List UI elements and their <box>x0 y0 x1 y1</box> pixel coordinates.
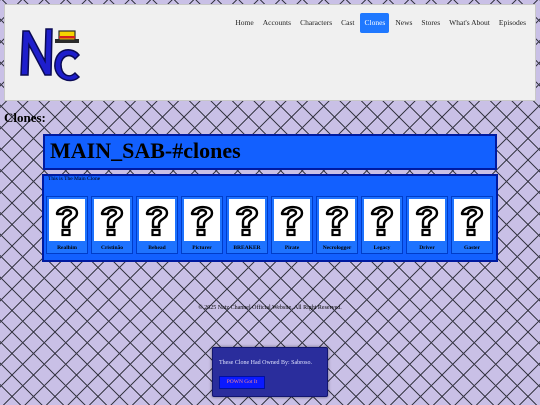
nav-whats-about[interactable]: What's About <box>446 13 493 33</box>
question-mark-icon <box>364 199 400 241</box>
clone-card[interactable]: BREAKER <box>226 196 268 254</box>
question-mark-icon <box>49 199 85 241</box>
clone-card-label: Cristinão <box>101 245 123 251</box>
clone-card-label: BREAKER <box>233 245 261 251</box>
footer-copyright: © 2025 Natz Channel Official Website. Al… <box>198 305 342 311</box>
main-nav: Home Accounts Characters Cast Clones New… <box>232 13 529 33</box>
nav-episodes[interactable]: Episodes <box>496 13 529 33</box>
clone-card-label: Necrologger <box>322 245 352 251</box>
question-mark-icon <box>409 199 445 241</box>
clone-card[interactable]: Realhim <box>46 196 88 254</box>
owner-text: These Clone Had Owned By: Sabroso. <box>219 360 312 366</box>
clone-card-label: Driver <box>419 245 435 251</box>
question-mark-icon <box>94 199 130 241</box>
nav-news[interactable]: News <box>392 13 415 33</box>
clone-card-list: Realhim Cristinão Behead Picturer BREAKER Pir… <box>46 196 493 254</box>
site-header: Home Accounts Characters Cast Clones New… <box>4 4 536 101</box>
question-mark-icon <box>184 199 220 241</box>
clone-card-label: Behead <box>148 245 166 251</box>
clone-card-label: Legacy <box>373 245 391 251</box>
clone-header: MAIN_SAB-#clones <box>43 134 497 170</box>
clone-card[interactable]: Necrologger <box>316 196 358 254</box>
got-it-button[interactable]: POWN Got It <box>219 376 265 389</box>
clone-card[interactable]: Cristinão <box>91 196 133 254</box>
clone-card[interactable]: Pirate <box>271 196 313 254</box>
clone-card-label: Pirate <box>284 245 300 251</box>
clone-card[interactable]: Legacy <box>361 196 403 254</box>
clone-name: MAIN_SAB-#clones <box>50 138 241 163</box>
question-mark-icon <box>139 199 175 241</box>
nav-characters[interactable]: Characters <box>297 13 335 33</box>
question-mark-icon <box>274 199 310 241</box>
clone-card-label: Picturer <box>192 245 212 251</box>
question-mark-icon <box>319 199 355 241</box>
owner-notice: These Clone Had Owned By: Sabroso. POWN … <box>212 347 328 397</box>
clone-panel: This is The Main Clone Realhim Cristinão B… <box>42 174 498 262</box>
section-title: Clones: <box>4 110 46 125</box>
clone-card[interactable]: Behead <box>136 196 178 254</box>
nav-stores[interactable]: Stores <box>418 13 443 33</box>
clone-card[interactable]: Picturer <box>181 196 223 254</box>
clone-card-label: Gaster <box>464 245 480 251</box>
nav-clones[interactable]: Clones <box>360 13 390 33</box>
question-mark-icon <box>229 199 265 241</box>
clone-card-label: Realhim <box>57 245 77 251</box>
clone-card[interactable]: Gaster <box>451 196 493 254</box>
question-mark-icon <box>454 199 490 241</box>
nav-home[interactable]: Home <box>232 13 256 33</box>
nav-accounts[interactable]: Accounts <box>260 13 294 33</box>
clone-card[interactable]: Driver <box>406 196 448 254</box>
natz-channel-logo[interactable] <box>15 17 85 91</box>
nav-cast[interactable]: Cast <box>338 13 357 33</box>
clone-caption: This is The Main Clone <box>48 176 101 182</box>
